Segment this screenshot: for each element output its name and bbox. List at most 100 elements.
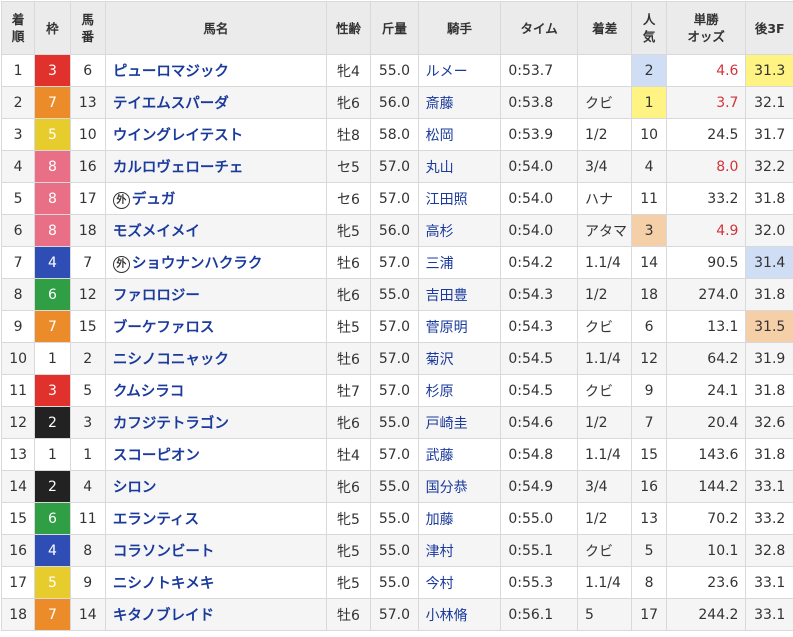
jockey-link[interactable]: 江田照: [426, 192, 468, 208]
jockey-link[interactable]: 武藤: [426, 448, 454, 464]
horse-name-link[interactable]: コラソンビート: [113, 544, 215, 560]
jockey-link[interactable]: 加藤: [426, 512, 454, 528]
horse-name-cell[interactable]: ウイングレイテスト: [105, 119, 326, 151]
horse-name-link[interactable]: カルロヴェローチェ: [113, 160, 244, 176]
horse-name-link[interactable]: ショウナンハクラク: [132, 256, 263, 272]
header-waku[interactable]: 枠: [35, 2, 70, 55]
jockey-cell[interactable]: ルメー: [418, 55, 501, 87]
header-last-3f[interactable]: 後3F: [746, 2, 793, 55]
jockey-cell[interactable]: 丸山: [418, 151, 501, 183]
horse-name-cell[interactable]: モズメイメイ: [105, 215, 326, 247]
horse-name-link[interactable]: クムシラコ: [113, 384, 184, 400]
horse-name-link[interactable]: ニシノコニャック: [113, 352, 229, 368]
rank-cell: 16: [2, 535, 35, 567]
time-cell: 0:54.8: [501, 439, 578, 471]
header-margin[interactable]: 着差: [578, 2, 632, 55]
header-rank[interactable]: 着順: [2, 2, 35, 55]
horse-name-cell[interactable]: 外ショウナンハクラク: [105, 247, 326, 279]
horse-name-cell[interactable]: 外デュガ: [105, 183, 326, 215]
horse-name-link[interactable]: モズメイメイ: [113, 224, 200, 240]
jockey-cell[interactable]: 戸崎圭: [418, 407, 501, 439]
horse-name-link[interactable]: ブーケファロス: [113, 320, 215, 336]
jockey-link[interactable]: 津村: [426, 544, 454, 560]
horse-name-cell[interactable]: ファロロジー: [105, 279, 326, 311]
horse-name-link[interactable]: スコーピオン: [113, 448, 200, 464]
horse-name-cell[interactable]: カフジテトラゴン: [105, 407, 326, 439]
jockey-cell[interactable]: 松岡: [418, 119, 501, 151]
jockey-cell[interactable]: 菊沢: [418, 343, 501, 375]
horse-name-link[interactable]: ピューロマジック: [113, 64, 229, 80]
jockey-cell[interactable]: 高杉: [418, 215, 501, 247]
margin-cell: クビ: [578, 87, 632, 119]
header-umaban[interactable]: 馬番: [70, 2, 105, 55]
horse-name-cell[interactable]: コラソンビート: [105, 535, 326, 567]
horse-name-cell[interactable]: スコーピオン: [105, 439, 326, 471]
jockey-link[interactable]: 吉田豊: [426, 288, 468, 304]
jockey-cell[interactable]: 吉田豊: [418, 279, 501, 311]
odds-cell: 144.2: [666, 471, 746, 503]
horse-name-link[interactable]: エランティス: [113, 512, 199, 528]
sex-age-cell: 牡4: [326, 439, 370, 471]
last-3f-cell: 31.8: [746, 375, 793, 407]
horse-name-link[interactable]: テイエムスパーダ: [113, 96, 229, 112]
horse-name-cell[interactable]: ピューロマジック: [105, 55, 326, 87]
jockey-cell[interactable]: 斎藤: [418, 87, 501, 119]
horse-name-cell[interactable]: ニシノトキメキ: [105, 567, 326, 599]
table-row: 136ピューロマジック牝455.0ルメー0:53.724.631.3: [2, 55, 793, 87]
jockey-link[interactable]: 丸山: [426, 160, 454, 176]
umaban-cell: 2: [70, 343, 105, 375]
waku-badge: 5: [35, 567, 70, 599]
jockey-cell[interactable]: 加藤: [418, 503, 501, 535]
jockey-link[interactable]: 国分恭: [426, 480, 468, 496]
horse-name-link[interactable]: カフジテトラゴン: [113, 416, 229, 432]
jockey-link[interactable]: 今村: [426, 576, 454, 592]
jockey-link[interactable]: 高杉: [426, 224, 454, 240]
jockey-link[interactable]: 菊沢: [426, 352, 454, 368]
umaban-cell: 15: [70, 311, 105, 343]
header-odds[interactable]: 単勝オッズ: [666, 2, 746, 55]
jockey-cell[interactable]: 津村: [418, 535, 501, 567]
header-horse-name[interactable]: 馬名: [105, 2, 326, 55]
jockey-cell[interactable]: 小林脩: [418, 599, 501, 631]
margin-cell: 1/2: [578, 503, 632, 535]
header-sex-age[interactable]: 性齢: [326, 2, 370, 55]
jockey-cell[interactable]: 江田照: [418, 183, 501, 215]
jockey-cell[interactable]: 三浦: [418, 247, 501, 279]
horse-name-link[interactable]: ファロロジー: [113, 288, 200, 304]
jockey-cell[interactable]: 国分恭: [418, 471, 501, 503]
odds-cell: 24.5: [666, 119, 746, 151]
jockey-link[interactable]: 菅原明: [426, 320, 468, 336]
header-time[interactable]: タイム: [501, 2, 578, 55]
jockey-link[interactable]: 戸崎圭: [426, 416, 468, 432]
horse-name-cell[interactable]: テイエムスパーダ: [105, 87, 326, 119]
jockey-link[interactable]: 斎藤: [426, 96, 454, 112]
horse-name-cell[interactable]: ブーケファロス: [105, 311, 326, 343]
jockey-link[interactable]: ルメー: [426, 64, 468, 80]
umaban-cell: 8: [70, 535, 105, 567]
horse-name-link[interactable]: シロン: [113, 480, 157, 496]
jockey-link[interactable]: 松岡: [426, 128, 454, 144]
jockey-link[interactable]: 三浦: [426, 256, 454, 272]
horse-name-cell[interactable]: エランティス: [105, 503, 326, 535]
header-popularity[interactable]: 人気: [632, 2, 666, 55]
header-jockey[interactable]: 騎手: [418, 2, 501, 55]
jockey-link[interactable]: 杉原: [426, 384, 454, 400]
horse-name-link[interactable]: デュガ: [132, 192, 176, 208]
jockey-cell[interactable]: 杉原: [418, 375, 501, 407]
horse-name-cell[interactable]: カルロヴェローチェ: [105, 151, 326, 183]
weight-cell: 57.0: [371, 439, 418, 471]
horse-name-link[interactable]: ニシノトキメキ: [113, 576, 215, 592]
horse-name-link[interactable]: ウイングレイテスト: [113, 128, 243, 144]
horse-name-cell[interactable]: シロン: [105, 471, 326, 503]
odds-cell: 10.1: [666, 535, 746, 567]
jockey-cell[interactable]: 今村: [418, 567, 501, 599]
horse-name-cell[interactable]: キタノブレイド: [105, 599, 326, 631]
popularity-cell: 2: [632, 55, 666, 87]
jockey-cell[interactable]: 武藤: [418, 439, 501, 471]
jockey-link[interactable]: 小林脩: [426, 608, 468, 624]
jockey-cell[interactable]: 菅原明: [418, 311, 501, 343]
header-weight[interactable]: 斤量: [371, 2, 418, 55]
horse-name-link[interactable]: キタノブレイド: [113, 608, 214, 624]
horse-name-cell[interactable]: クムシラコ: [105, 375, 326, 407]
horse-name-cell[interactable]: ニシノコニャック: [105, 343, 326, 375]
